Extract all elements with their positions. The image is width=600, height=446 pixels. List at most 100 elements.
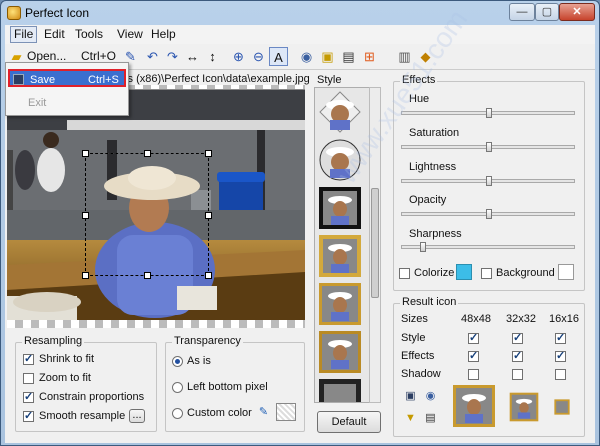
custom-color-swatch[interactable] bbox=[276, 403, 296, 421]
toolbar-open-shortcut: Ctrl+O bbox=[81, 49, 117, 63]
windows-logo-icon[interactable]: ⊞ bbox=[360, 47, 379, 66]
shadow-48-checkbox[interactable] bbox=[468, 369, 479, 380]
resample-more-button[interactable]: ... bbox=[129, 409, 145, 423]
save-icon bbox=[13, 74, 24, 85]
auto-fit-icon[interactable]: A bbox=[269, 47, 288, 66]
left-bottom-pixel-radio[interactable] bbox=[172, 382, 183, 393]
zoom-to-fit-checkbox[interactable] bbox=[23, 373, 34, 384]
result-row-style-label: Style bbox=[401, 332, 426, 344]
background-label: Background bbox=[496, 267, 555, 279]
preview-result-icon[interactable]: ◉ bbox=[423, 389, 438, 404]
menu-tools[interactable]: Tools bbox=[72, 27, 106, 43]
zoom-in-icon[interactable]: ⊕ bbox=[229, 47, 248, 66]
crop-handle-tl[interactable] bbox=[82, 150, 89, 157]
background-checkbox[interactable] bbox=[481, 268, 492, 279]
window-title: Perfect Icon bbox=[25, 6, 90, 20]
saturation-label: Saturation bbox=[409, 127, 460, 139]
menu-item-save[interactable]: Save Ctrl+S bbox=[8, 69, 126, 87]
favicon-icon[interactable]: ▣ bbox=[318, 47, 337, 66]
crop-selection[interactable] bbox=[82, 150, 212, 279]
scrollbar-thumb[interactable] bbox=[371, 188, 379, 298]
menu-view[interactable]: View bbox=[114, 27, 146, 43]
style-thumb-dark-frame[interactable] bbox=[318, 186, 362, 230]
style-48-checkbox[interactable] bbox=[468, 331, 479, 344]
windows-exe-icon[interactable]: ▤ bbox=[339, 47, 358, 66]
save-shortcut: Ctrl+S bbox=[88, 74, 119, 86]
effects-48-checkbox[interactable] bbox=[468, 349, 479, 362]
undo-icon[interactable]: ↶ bbox=[143, 47, 162, 66]
file-dropdown-menu: Save Ctrl+S Exit bbox=[5, 62, 129, 116]
saturation-slider[interactable] bbox=[401, 142, 575, 152]
colorize-checkbox[interactable] bbox=[399, 268, 410, 279]
style-thumb-diamond[interactable] bbox=[318, 90, 362, 134]
style-thumb-gold-frame-3[interactable] bbox=[318, 330, 362, 374]
smooth-resample-checkbox[interactable] bbox=[23, 409, 34, 422]
opacity-slider-thumb[interactable] bbox=[486, 209, 492, 219]
lightness-label: Lightness bbox=[409, 161, 457, 173]
opacity-slider[interactable] bbox=[401, 209, 575, 219]
toolbar-open-label[interactable]: Open... bbox=[27, 49, 66, 63]
lightness-slider[interactable] bbox=[401, 176, 575, 186]
size-32-label: 32x32 bbox=[506, 313, 536, 325]
colorize-color-swatch[interactable] bbox=[456, 264, 472, 280]
crop-handle-r[interactable] bbox=[205, 212, 212, 219]
shadow-16-checkbox[interactable] bbox=[555, 369, 566, 380]
constrain-proportions-label: Constrain proportions bbox=[39, 391, 145, 403]
eyedropper-icon[interactable]: ✎ bbox=[256, 405, 271, 420]
menu-edit[interactable]: Edit bbox=[41, 27, 68, 43]
lightness-slider-thumb[interactable] bbox=[486, 176, 492, 186]
preview-eye-icon[interactable]: ◉ bbox=[297, 47, 316, 66]
hue-slider-thumb[interactable] bbox=[486, 108, 492, 118]
size-48-label: 48x48 bbox=[461, 313, 491, 325]
sizes-label: Sizes bbox=[401, 313, 428, 325]
close-button[interactable]: ✕ bbox=[559, 3, 595, 21]
as-is-radio[interactable] bbox=[172, 356, 183, 367]
flip-vertical-icon[interactable]: ↕ bbox=[203, 47, 222, 66]
app-icon bbox=[7, 6, 21, 20]
crop-handle-l[interactable] bbox=[82, 212, 89, 219]
hue-slider[interactable] bbox=[401, 108, 575, 118]
effects-16-checkbox[interactable] bbox=[555, 349, 566, 362]
save-label: Save bbox=[30, 74, 56, 86]
crop-handle-t[interactable] bbox=[144, 150, 151, 157]
menu-file[interactable]: File bbox=[10, 26, 38, 43]
resampling-label: Resampling bbox=[22, 335, 85, 347]
sharpness-label: Sharpness bbox=[409, 228, 462, 240]
effects-32-checkbox[interactable] bbox=[512, 349, 523, 362]
zoom-out-icon[interactable]: ⊖ bbox=[249, 47, 268, 66]
custom-color-radio[interactable] bbox=[172, 408, 183, 419]
shrink-to-fit-checkbox[interactable] bbox=[23, 352, 34, 365]
default-style-button[interactable]: Default bbox=[317, 411, 381, 433]
crop-handle-b[interactable] bbox=[144, 272, 151, 279]
exe-result-icon[interactable]: ▤ bbox=[423, 411, 438, 426]
crop-handle-tr[interactable] bbox=[205, 150, 212, 157]
zoom-to-fit-label: Zoom to fit bbox=[39, 372, 91, 384]
redo-icon[interactable]: ↷ bbox=[163, 47, 182, 66]
style-thumb-film[interactable] bbox=[318, 378, 362, 403]
shrink-to-fit-label: Shrink to fit bbox=[39, 353, 95, 365]
result-preview-48 bbox=[453, 385, 495, 427]
title-bar[interactable]: Perfect Icon — ▢ ✕ bbox=[1, 1, 599, 25]
style-thumb-gold-frame[interactable] bbox=[318, 234, 362, 278]
maximize-button[interactable]: ▢ bbox=[535, 3, 559, 21]
minimize-button[interactable]: — bbox=[509, 3, 535, 21]
style-32-checkbox[interactable] bbox=[512, 331, 523, 344]
saturation-slider-thumb[interactable] bbox=[486, 142, 492, 152]
style-heading: Style bbox=[317, 74, 342, 86]
colorize-label: Colorize bbox=[414, 267, 455, 279]
sharpness-slider[interactable] bbox=[401, 242, 575, 252]
shadow-32-checkbox[interactable] bbox=[512, 369, 523, 380]
constrain-proportions-checkbox[interactable] bbox=[23, 390, 34, 403]
save-result-icon[interactable]: ▣ bbox=[403, 389, 418, 404]
sharpness-slider-thumb[interactable] bbox=[420, 242, 426, 252]
crop-handle-br[interactable] bbox=[205, 272, 212, 279]
style-16-checkbox[interactable] bbox=[555, 331, 566, 344]
style-thumb-gold-frame-2[interactable] bbox=[318, 282, 362, 326]
flip-horizontal-icon[interactable]: ↔ bbox=[183, 47, 202, 66]
favicon-result-icon[interactable]: ▼ bbox=[403, 411, 418, 426]
menu-help[interactable]: Help bbox=[148, 27, 179, 43]
menu-item-exit[interactable]: Exit bbox=[8, 94, 126, 112]
background-color-swatch[interactable] bbox=[558, 264, 574, 280]
crop-handle-bl[interactable] bbox=[82, 272, 89, 279]
transparency-label: Transparency bbox=[172, 335, 243, 347]
